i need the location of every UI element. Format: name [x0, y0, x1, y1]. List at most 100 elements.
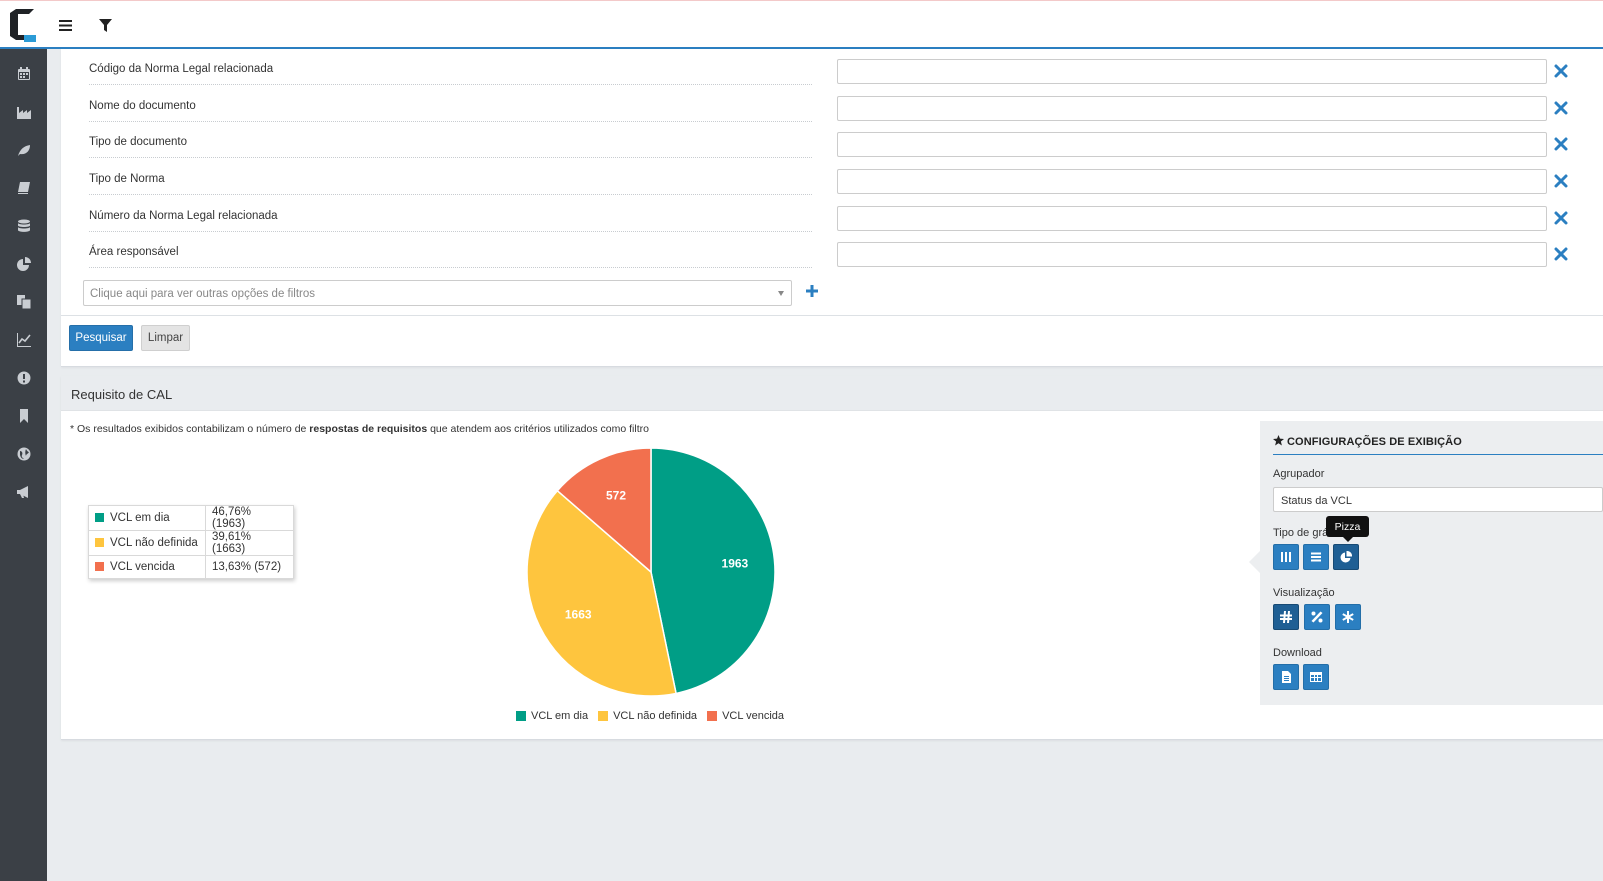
clear-filter-icon[interactable]	[1553, 100, 1569, 116]
grouper-select[interactable]: Status da VCL	[1273, 487, 1603, 512]
pie-slice-label: 572	[606, 488, 626, 502]
legend-label: VCL em dia	[531, 710, 589, 722]
filter-input-tipo-documento[interactable]	[837, 132, 1547, 157]
clear-filter-icon[interactable]	[1553, 173, 1569, 189]
add-filter-icon[interactable]	[804, 283, 820, 299]
sidebar-item-analytics[interactable]	[0, 322, 47, 360]
clear-button[interactable]: Limpar	[141, 325, 190, 351]
legend-table: VCL em dia 46,76% (1963) VCL não definid…	[88, 505, 294, 579]
clear-filter-icon[interactable]	[1553, 210, 1569, 226]
horizontal-bars-icon	[1311, 552, 1321, 562]
legend-swatch	[707, 711, 718, 721]
legend-swatch	[95, 562, 104, 571]
panel-arrow	[1249, 551, 1260, 573]
table-row: VCL não definida 39,61% (1663)	[88, 530, 294, 556]
sidebar-item-reports[interactable]	[0, 246, 47, 284]
chart-legend: VCL em dia VCL não definida VCL vencida	[516, 710, 784, 722]
bookmark-icon	[17, 408, 31, 426]
legend-swatch	[95, 538, 104, 547]
sidebar-item-calendar[interactable]	[0, 56, 47, 94]
more-filters-select[interactable]: Clique aqui para ver outras opções de fi…	[83, 280, 792, 306]
clear-filter-icon[interactable]	[1553, 136, 1569, 152]
pie-slice[interactable]	[650, 447, 776, 695]
filter-row: Nome do documento	[61, 86, 1603, 123]
filter-label: Número da Norma Legal relacionada	[89, 210, 812, 232]
pie-chart-icon	[1340, 551, 1352, 563]
filter-input-norma-numero[interactable]	[837, 206, 1547, 231]
top-bar	[0, 0, 1603, 49]
grouper-label: Agrupador	[1273, 468, 1325, 480]
leaf-icon	[17, 143, 31, 160]
results-note: * Os resultados exibidos contabilizam o …	[70, 423, 649, 435]
legend-item[interactable]: VCL não definida	[598, 710, 697, 722]
filter-row: Código da Norma Legal relacionada	[61, 49, 1603, 86]
bar-chart-button[interactable]	[1273, 544, 1299, 570]
sidebar-item-database[interactable]	[0, 208, 47, 246]
pie-slice-label: 1963	[722, 556, 749, 570]
sidebar-item-documents[interactable]	[0, 284, 47, 322]
legend-item[interactable]: VCL vencida	[707, 710, 784, 722]
copy-documents-icon	[16, 294, 31, 312]
hamburger-icon[interactable]	[55, 15, 75, 35]
filter-panel: Código da Norma Legal relacionada Nome d…	[61, 49, 1603, 367]
legend-name: VCL vencida	[110, 561, 175, 573]
factory-icon	[16, 105, 31, 122]
note-suffix: que atendem aos critérios utilizados com…	[430, 423, 649, 435]
legend-value: 13,63% (572)	[205, 555, 294, 579]
show-all-button[interactable]	[1335, 604, 1361, 630]
sidebar-item-environment[interactable]	[0, 132, 47, 170]
document-icon	[1282, 671, 1291, 683]
filter-row: Tipo de documento	[61, 122, 1603, 159]
download-pdf-button[interactable]	[1273, 664, 1299, 690]
percent-icon	[1311, 611, 1323, 623]
note-prefix: * Os resultados exibidos contabilizam o …	[70, 423, 307, 435]
config-title: CONFIGURAÇÕES DE EXIBIÇÃO	[1273, 435, 1462, 448]
filter-funnel-icon[interactable]	[95, 15, 115, 35]
filter-row: Número da Norma Legal relacionada	[61, 196, 1603, 233]
filter-input-area-responsavel[interactable]	[837, 242, 1547, 267]
filter-input-norma-codigo[interactable]	[837, 59, 1547, 84]
config-title-text: CONFIGURAÇÕES DE EXIBIÇÃO	[1287, 436, 1462, 448]
clear-filter-icon[interactable]	[1553, 63, 1569, 79]
sidebar-item-library[interactable]	[0, 170, 47, 208]
filter-row: Tipo de Norma	[61, 159, 1603, 196]
horizontal-bar-chart-button[interactable]	[1303, 544, 1329, 570]
visualization-label: Visualização	[1273, 587, 1335, 599]
legend-value: 46,76% (1963)	[205, 505, 294, 531]
filter-input-nome-documento[interactable]	[837, 96, 1547, 121]
app-logo[interactable]	[10, 9, 38, 42]
asterisk-icon	[1342, 611, 1354, 623]
show-count-button[interactable]	[1273, 604, 1299, 630]
sidebar-item-industry[interactable]	[0, 94, 47, 132]
results-header: Requisito de CAL	[61, 376, 1603, 411]
display-config-panel: CONFIGURAÇÕES DE EXIBIÇÃO Agrupador Stat…	[1249, 421, 1603, 705]
pie-tooltip: Pizza	[1326, 516, 1369, 542]
sidebar	[0, 49, 47, 881]
filter-label: Nome do documento	[89, 100, 812, 122]
sidebar-item-announcements[interactable]	[0, 474, 47, 512]
line-chart-icon	[16, 332, 31, 350]
filter-input-tipo-norma[interactable]	[837, 169, 1547, 194]
legend-name: VCL em dia	[110, 512, 170, 524]
legend-value: 39,61% (1663)	[205, 530, 294, 556]
sidebar-item-alerts[interactable]	[0, 360, 47, 398]
pie-chart-svg: 1963 1663 572	[526, 447, 776, 697]
filter-label: Tipo de Norma	[89, 173, 812, 195]
divider	[1273, 454, 1603, 455]
table-row: VCL vencida 13,63% (572)	[88, 555, 294, 579]
sidebar-item-bookmarks[interactable]	[0, 398, 47, 436]
pie-chart-button[interactable]	[1333, 544, 1359, 570]
filter-label: Área responsável	[89, 246, 812, 268]
legend-name: VCL não definida	[110, 537, 198, 549]
show-percent-button[interactable]	[1304, 604, 1330, 630]
legend-item[interactable]: VCL em dia	[516, 710, 588, 722]
legend-label: VCL não definida	[613, 710, 698, 722]
search-button[interactable]: Pesquisar	[69, 325, 133, 351]
download-table-button[interactable]	[1303, 664, 1329, 690]
chevron-down-icon	[778, 291, 784, 296]
sidebar-item-global[interactable]	[0, 436, 47, 474]
table-row: VCL em dia 46,76% (1963)	[88, 505, 294, 531]
clear-filter-icon[interactable]	[1553, 246, 1569, 262]
pie-chart-icon	[16, 256, 31, 274]
results-title: Requisito de CAL	[71, 387, 173, 402]
